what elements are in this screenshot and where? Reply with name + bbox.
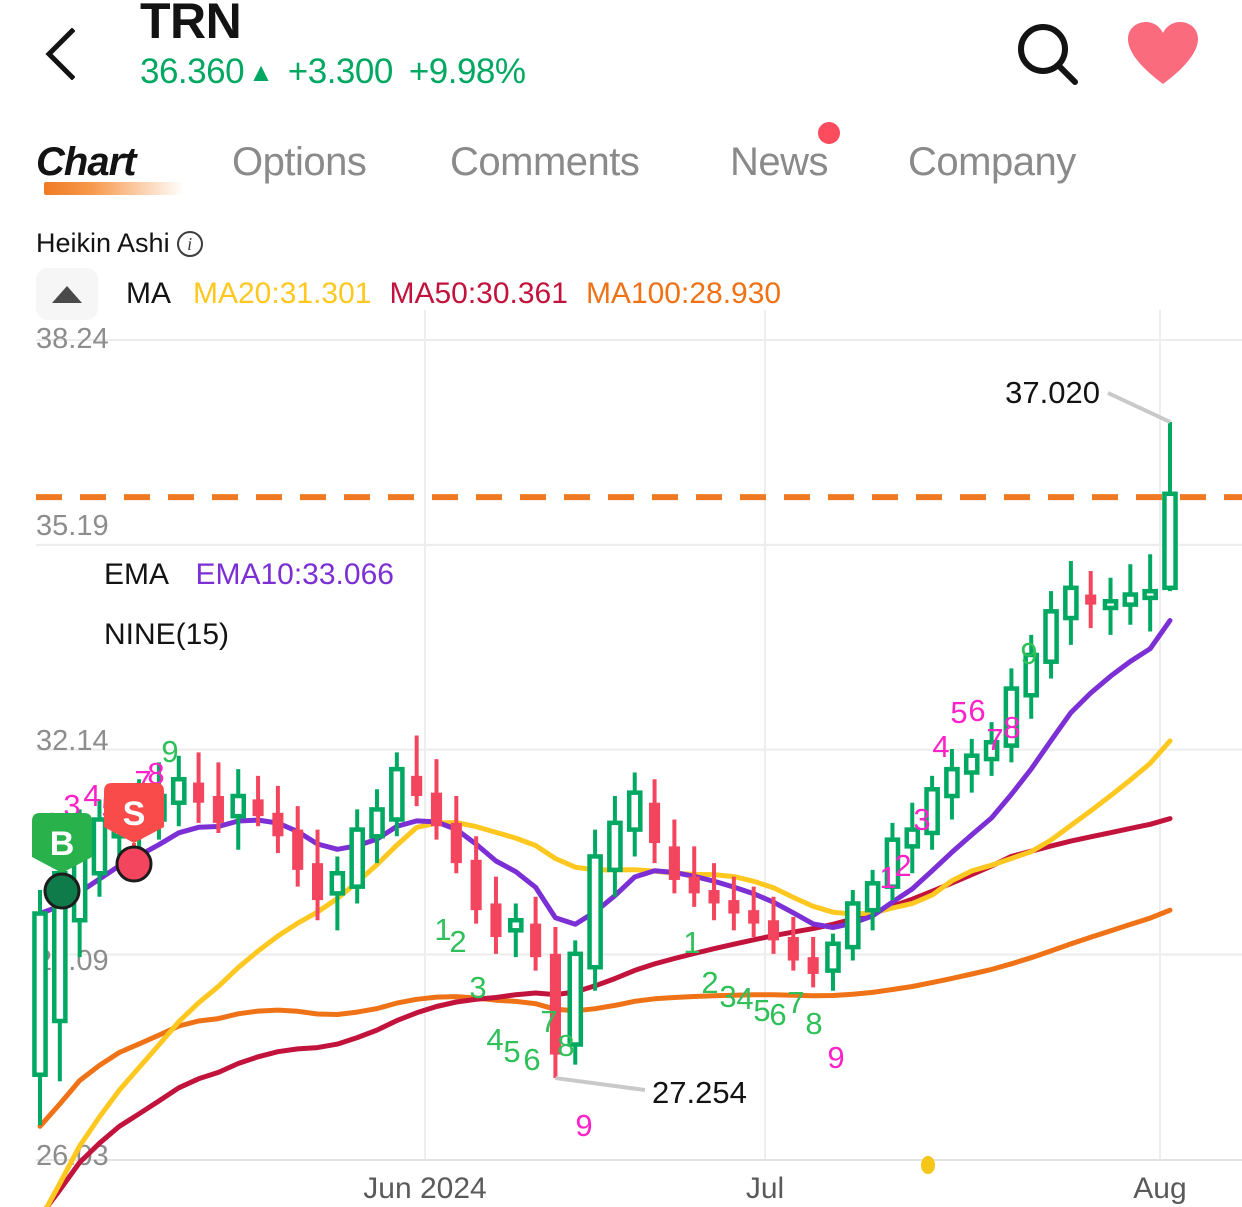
svg-text:3: 3 xyxy=(913,802,930,837)
trend-up-icon: ▲ xyxy=(248,56,274,87)
svg-text:5: 5 xyxy=(503,1034,520,1069)
svg-text:8: 8 xyxy=(805,1006,822,1041)
svg-text:4: 4 xyxy=(83,778,100,813)
svg-text:4: 4 xyxy=(736,981,753,1016)
price-chart[interactable]: 38.2435.1932.1429.0926.03Jun 2024JulAug2… xyxy=(0,310,1242,1207)
svg-text:4: 4 xyxy=(486,1022,503,1057)
svg-text:7: 7 xyxy=(787,985,804,1020)
quote-price: 36.360 xyxy=(140,52,245,91)
app-header: TRN 36.360 ▲ +3.300 +9.98% xyxy=(0,0,1242,120)
tab-options[interactable]: Options xyxy=(232,140,367,185)
tab-company[interactable]: Company xyxy=(908,140,1076,185)
tab-chart[interactable]: Chart xyxy=(36,140,184,195)
tab-comments[interactable]: Comments xyxy=(450,140,640,185)
stock-chart-screen: TRN 36.360 ▲ +3.300 +9.98% Chart Options… xyxy=(0,0,1242,1207)
svg-text:38.24: 38.24 xyxy=(36,323,109,355)
favorite-button[interactable] xyxy=(1128,22,1198,88)
svg-text:2: 2 xyxy=(701,965,718,1000)
svg-text:9: 9 xyxy=(575,1108,592,1143)
svg-text:9: 9 xyxy=(827,1040,844,1075)
svg-text:5: 5 xyxy=(753,993,770,1028)
svg-text:6: 6 xyxy=(968,693,985,728)
quote-change: +3.300 xyxy=(287,52,394,91)
quote-row: 36.360 ▲ +3.300 +9.98% xyxy=(140,52,526,92)
svg-text:S: S xyxy=(123,795,146,833)
svg-text:35.19: 35.19 xyxy=(36,510,109,542)
tab-options-label: Options xyxy=(232,140,367,184)
svg-text:9: 9 xyxy=(1020,636,1037,671)
tab-active-underline xyxy=(44,182,184,195)
svg-text:Jun 2024: Jun 2024 xyxy=(363,1172,486,1205)
svg-text:6: 6 xyxy=(523,1042,540,1077)
svg-text:5: 5 xyxy=(950,695,967,730)
svg-text:27.254: 27.254 xyxy=(652,1075,747,1110)
chart-canvas[interactable]: 38.2435.1932.1429.0926.03Jun 2024JulAug2… xyxy=(0,310,1242,1207)
search-button[interactable] xyxy=(1012,20,1084,90)
svg-text:Jul: Jul xyxy=(746,1172,784,1205)
svg-text:3: 3 xyxy=(469,970,486,1005)
tab-news-label: News xyxy=(730,140,829,184)
quote-change-percent: +9.98% xyxy=(408,52,526,91)
svg-text:4: 4 xyxy=(932,729,949,764)
svg-text:2: 2 xyxy=(449,924,466,959)
chart-style-label: Heikin Ashi xyxy=(36,228,170,258)
svg-text:Aug: Aug xyxy=(1133,1172,1186,1205)
tab-chart-label: Chart xyxy=(36,140,136,184)
heart-icon xyxy=(1128,22,1198,84)
triangle-up-icon xyxy=(52,285,82,303)
tab-news[interactable]: News xyxy=(730,122,841,185)
svg-text:1: 1 xyxy=(683,925,700,960)
tab-company-label: Company xyxy=(908,140,1076,184)
chart-style-row[interactable]: Heikin Ashi i xyxy=(36,228,203,259)
ma50-value: MA50:30.361 xyxy=(389,277,568,310)
svg-text:6: 6 xyxy=(769,997,786,1032)
ma100-value: MA100:28.930 xyxy=(585,277,782,310)
back-button[interactable] xyxy=(30,22,90,86)
svg-text:8: 8 xyxy=(557,1028,574,1063)
tab-comments-label: Comments xyxy=(450,140,640,184)
svg-text:8: 8 xyxy=(1003,710,1020,745)
info-icon[interactable]: i xyxy=(176,230,203,257)
svg-text:3: 3 xyxy=(719,979,736,1014)
search-icon xyxy=(1018,24,1078,85)
ticker-block: TRN 36.360 ▲ +3.300 +9.98% xyxy=(140,0,526,92)
svg-text:7: 7 xyxy=(540,1004,557,1039)
chevron-left-icon xyxy=(45,28,75,80)
svg-text:37.020: 37.020 xyxy=(1005,375,1100,410)
svg-text:32.14: 32.14 xyxy=(36,725,109,757)
news-badge-dot xyxy=(818,122,841,144)
svg-text:B: B xyxy=(50,825,75,863)
svg-text:7: 7 xyxy=(986,722,1003,757)
ticker-symbol: TRN xyxy=(140,0,242,49)
ma-label: MA xyxy=(126,277,171,310)
svg-text:9: 9 xyxy=(161,734,178,769)
tab-bar: Chart Options Comments News Company xyxy=(0,122,1242,210)
ma20-value: MA20:31.301 xyxy=(193,277,372,310)
svg-text:2: 2 xyxy=(894,848,911,883)
